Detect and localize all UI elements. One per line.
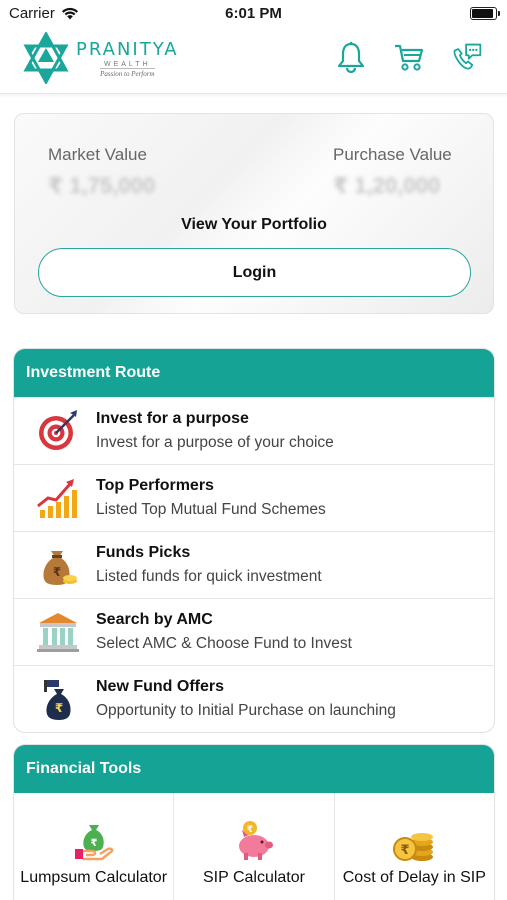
status-time: 6:01 PM [225, 5, 282, 22]
purchase-value-block: Purchase Value ₹ 1,20,000 [333, 145, 452, 199]
brand-tagline: Passion to Perform [100, 67, 155, 78]
battery-level [472, 9, 493, 18]
svg-text:₹: ₹ [401, 843, 410, 858]
svg-text:₹: ₹ [55, 701, 63, 715]
portfolio-title: View Your Portfolio [181, 216, 327, 233]
cart-button[interactable] [393, 40, 425, 74]
tool-cost-of-delay[interactable]: ₹ Cost of Delay in SIP [335, 793, 494, 900]
route-desc: Listed funds for quick investment [96, 568, 322, 585]
route-desc: Listed Top Mutual Fund Schemes [96, 501, 326, 518]
money-bag-icon: ₹ [43, 551, 77, 585]
route-title: Search by AMC [96, 611, 213, 628]
financial-tools-title: Financial Tools [14, 745, 494, 793]
lumpsum-icon: ₹ [74, 825, 114, 861]
brand-name: PRANITYA [76, 38, 179, 60]
route-desc: Invest for a purpose of your choice [96, 434, 334, 451]
route-desc: Select AMC & Choose Fund to Invest [96, 635, 352, 652]
investment-route-card: Investment Route Invest for a purpose In… [13, 348, 495, 733]
route-item-top-performers[interactable]: Top Performers Listed Top Mutual Fund Sc… [14, 464, 494, 531]
route-item-funds-picks[interactable]: ₹ Funds Picks Listed funds for quick inv… [14, 531, 494, 598]
tool-label: Cost of Delay in SIP [342, 869, 486, 886]
route-title: New Fund Offers [96, 678, 225, 695]
coin-stack-icon: ₹ [393, 833, 434, 861]
route-title: Top Performers [96, 477, 214, 494]
bell-icon [337, 42, 365, 73]
market-value-label: Market Value [48, 145, 147, 164]
chat-phone-icon [453, 43, 482, 70]
market-value-amount: ₹ 1,75,000 [48, 173, 156, 198]
purchase-value-label: Purchase Value [333, 145, 452, 164]
growth-chart-icon [37, 479, 77, 518]
status-bar: Carrier 6:01 PM [0, 0, 507, 28]
battery-icon [470, 7, 500, 20]
login-button[interactable]: Login [38, 248, 471, 297]
tool-lumpsum-calculator[interactable]: ₹ Lumpsum Calculator [14, 793, 175, 900]
investment-route-title: Investment Route [14, 349, 494, 397]
piggy-bank-icon: ₹ [238, 821, 273, 860]
tool-sip-calculator[interactable]: ₹ SIP Calculator [174, 793, 335, 900]
app-header: PRANITYA WEALTH Passion to Perform [0, 28, 507, 94]
tool-label: Lumpsum Calculator [20, 869, 168, 886]
star-logo-icon [23, 32, 69, 84]
brand-sub: WEALTH [103, 60, 151, 68]
bank-icon [37, 613, 79, 652]
financial-tools-card: Financial Tools ₹ Lumpsum Calculator ₹ S… [13, 744, 495, 900]
route-item-search-amc[interactable]: Search by AMC Select AMC & Choose Fund t… [14, 598, 494, 665]
route-item-invest-purpose[interactable]: Invest for a purpose Invest for a purpos… [14, 397, 494, 464]
route-item-new-fund-offers[interactable]: ₹ New Fund Offers Opportunity to Initial… [14, 665, 494, 732]
nfo-bag-icon: ₹ [44, 680, 71, 720]
cart-icon [395, 44, 424, 71]
route-desc: Opportunity to Initial Purchase on launc… [96, 702, 396, 719]
brand-logo[interactable]: PRANITYA WEALTH Passion to Perform [22, 32, 179, 84]
support-button[interactable] [451, 40, 483, 74]
target-icon [39, 410, 77, 450]
portfolio-card: Market Value ₹ 1,75,000 Purchase Value ₹… [14, 113, 494, 314]
route-title: Invest for a purpose [96, 410, 249, 427]
route-title: Funds Picks [96, 544, 191, 561]
svg-text:₹: ₹ [90, 838, 97, 849]
purchase-value-amount: ₹ 1,20,000 [333, 173, 441, 198]
svg-text:₹: ₹ [247, 825, 253, 835]
market-value-block: Market Value ₹ 1,75,000 [48, 145, 155, 199]
svg-text:₹: ₹ [53, 565, 61, 579]
notifications-button[interactable] [335, 40, 367, 74]
tool-label: SIP Calculator [203, 869, 305, 886]
